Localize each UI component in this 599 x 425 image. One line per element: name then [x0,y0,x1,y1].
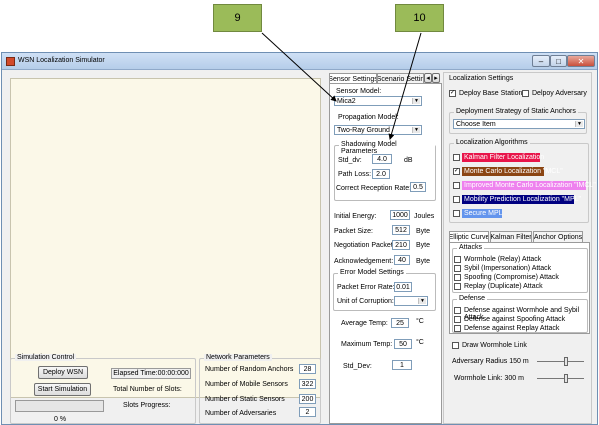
callout-10-arrow [388,32,422,140]
callout-arrows [261,32,422,140]
callout-9-arrow [261,32,337,102]
